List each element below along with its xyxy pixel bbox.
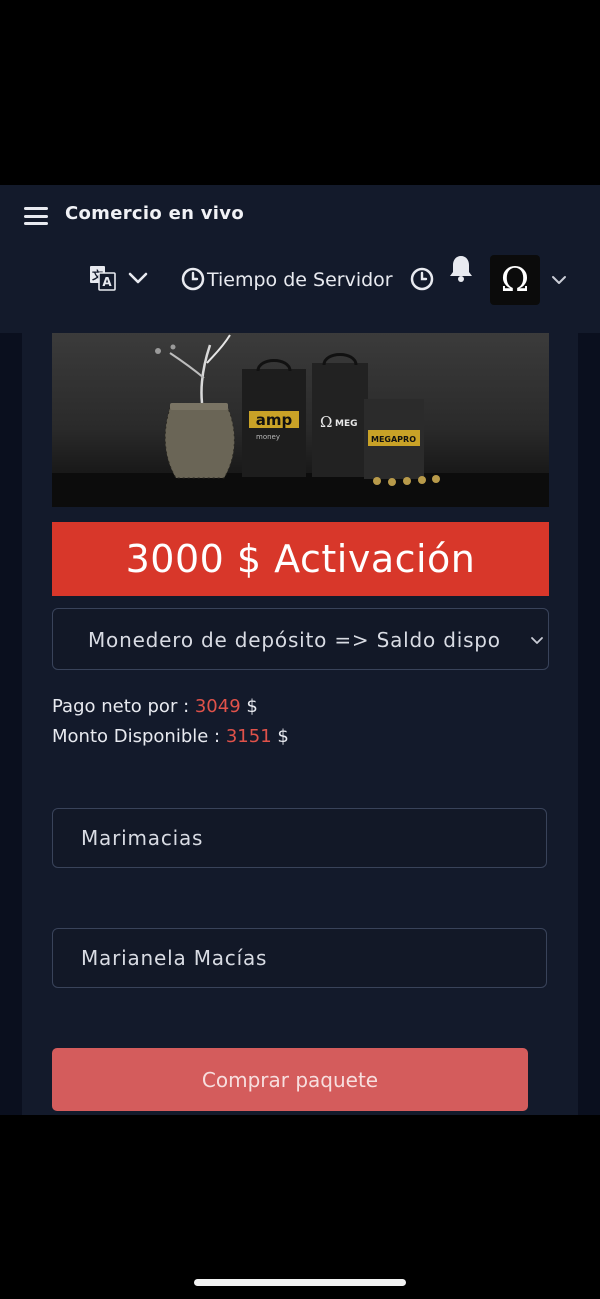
svg-text:A: A <box>102 275 112 289</box>
product-banner-image: amp money Ω MEG MEGAPRO <box>52 333 549 507</box>
net-payment-label: Pago neto por : <box>52 696 195 717</box>
net-payment-value: 3049 <box>194 696 241 717</box>
available-amount-label: Monto Disponible : <box>52 726 226 747</box>
available-amount-currency: $ <box>277 726 289 747</box>
package-title: 3000 $ Activación <box>125 537 476 581</box>
available-amount-value: 3151 <box>225 726 272 747</box>
net-payment-currency: $ <box>246 696 258 717</box>
fullname-input[interactable] <box>52 928 547 988</box>
package-activation-banner: 3000 $ Activación <box>52 522 549 596</box>
clock-icon <box>181 267 205 291</box>
language-chevron-down-icon[interactable] <box>127 270 149 286</box>
banner-amp-logo-text: amp <box>256 411 293 429</box>
username-input[interactable] <box>52 808 547 868</box>
home-indicator[interactable] <box>194 1279 406 1286</box>
available-amount-line: Monto Disponible : 3151 $ <box>52 726 289 747</box>
banner-money-text: money <box>256 433 280 441</box>
banner-megapro-text: MEGAPRO <box>371 435 416 444</box>
bell-icon[interactable] <box>448 254 474 282</box>
translate-icon[interactable]: 文 A <box>89 264 117 292</box>
select-chevron-down-icon <box>530 633 544 644</box>
left-background-strip <box>0 333 22 1115</box>
server-clock-icon <box>410 267 434 291</box>
banner-omega-glyph: Ω <box>320 413 332 431</box>
hamburger-menu-icon[interactable] <box>24 207 48 225</box>
banner-mega-text: MEG <box>335 419 358 429</box>
buy-package-button[interactable]: Comprar paquete <box>52 1048 528 1111</box>
avatar-omega-logo: Ω <box>500 260 530 300</box>
right-background-strip <box>578 333 600 1115</box>
wallet-select[interactable]: Monedero de depósito => Saldo dispo <box>52 608 549 670</box>
wallet-select-value: Monedero de depósito => Saldo dispo <box>88 628 501 652</box>
page-title: Comercio en vivo <box>65 203 244 224</box>
user-menu-chevron-down-icon[interactable] <box>551 273 567 285</box>
net-payment-line: Pago neto por : 3049 $ <box>52 696 258 717</box>
server-time-label: Tiempo de Servidor <box>207 269 393 291</box>
avatar[interactable]: Ω <box>490 255 540 305</box>
